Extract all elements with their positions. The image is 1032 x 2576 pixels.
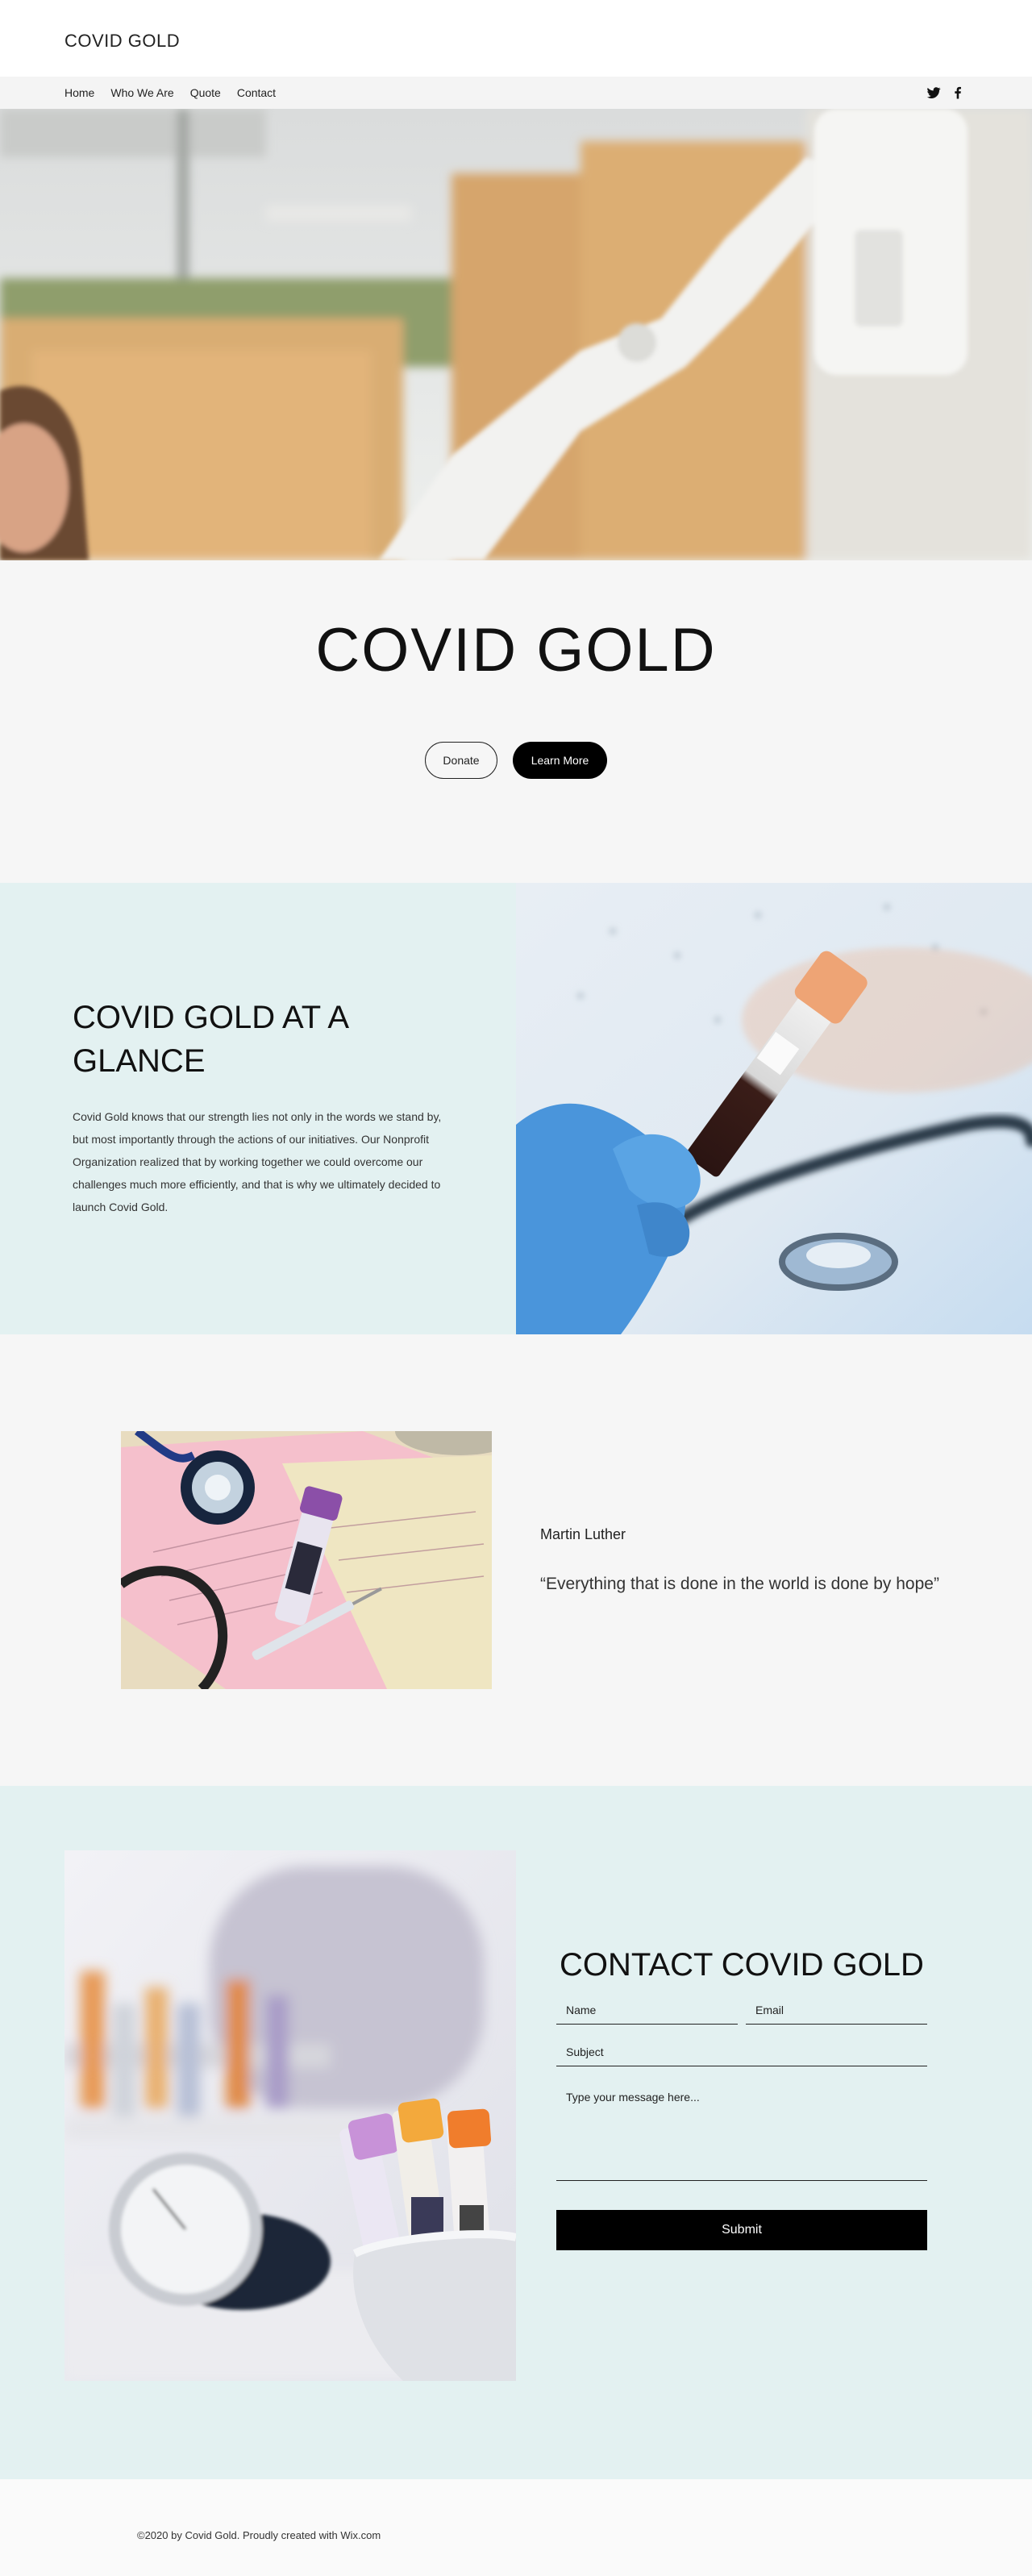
name-field[interactable] (556, 1995, 738, 2025)
submit-button[interactable]: Submit (556, 2210, 927, 2250)
site-header: COVID GOLD (0, 0, 1032, 77)
nav-menu: Home Who We Are Quote Contact (64, 77, 276, 109)
contact-title: CONTACT COVID GOLD (560, 1947, 924, 1983)
quote-section: Martin Luther “Everything that is done i… (0, 1334, 1032, 1786)
facebook-icon[interactable] (950, 85, 966, 101)
email-field[interactable] (746, 1995, 927, 2025)
glance-section: COVID GOLD AT A GLANCE Covid Gold knows … (0, 883, 1032, 1334)
quote-text: “Everything that is done in the world is… (540, 1575, 939, 1593)
glance-title: COVID GOLD AT A GLANCE (73, 1000, 347, 1079)
nav-item-home[interactable]: Home (64, 86, 94, 99)
glance-text-panel: COVID GOLD AT A GLANCE Covid Gold knows … (0, 883, 516, 1334)
nav-item-who-we-are[interactable]: Who We Are (110, 86, 173, 99)
test-tubes-image (64, 1850, 516, 2381)
site-title[interactable]: COVID GOLD (64, 31, 180, 52)
donate-button[interactable]: Donate (425, 742, 497, 779)
nav-item-contact[interactable]: Contact (237, 86, 276, 99)
learn-more-button[interactable]: Learn More (513, 742, 607, 779)
site-footer: ©2020 by Covid Gold. Proudly created wit… (0, 2479, 1032, 2576)
footer-text: ©2020 by Covid Gold. Proudly created wit… (137, 2529, 381, 2541)
glance-paragraph: Covid Gold knows that our strength lies … (73, 1110, 442, 1213)
nav-item-quote[interactable]: Quote (190, 86, 221, 99)
twitter-icon[interactable] (926, 85, 942, 101)
hero-section: COVID GOLD Donate Learn More (0, 560, 1032, 883)
blood-sample-image (516, 883, 1032, 1334)
social-bar (926, 85, 966, 101)
hero-title: COVID GOLD (315, 616, 717, 685)
message-field[interactable] (556, 2083, 927, 2181)
hero-image (0, 109, 1032, 560)
nav-bar: Home Who We Are Quote Contact (0, 77, 1032, 109)
hematology-image (121, 1431, 492, 1689)
quote-author: Martin Luther (540, 1526, 626, 1542)
subject-field[interactable] (556, 2037, 927, 2066)
contact-section: CONTACT COVID GOLD Submit (0, 1786, 1032, 2479)
